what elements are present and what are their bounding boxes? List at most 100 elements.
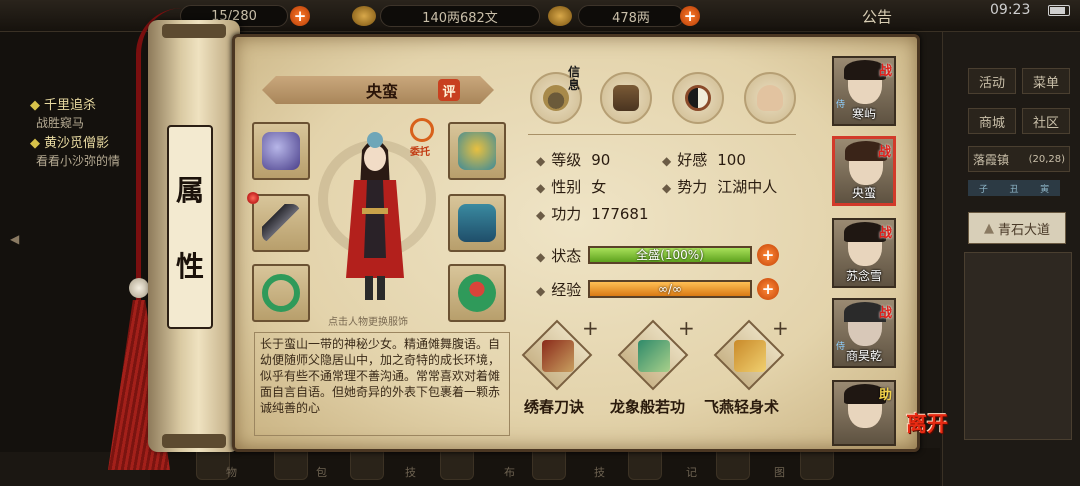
scroll-cap: [162, 24, 226, 38]
status-bar: 全盛(100%): [588, 246, 752, 264]
bottom-item-label: 记: [686, 466, 697, 479]
party-member-selected[interactable]: 战 央蛮: [832, 136, 896, 206]
tab-bagua[interactable]: [672, 72, 724, 124]
party-member[interactable]: 战 侍 商昊乾: [832, 298, 896, 368]
shop-button[interactable]: 商城: [968, 108, 1016, 134]
rate-button[interactable]: 评: [438, 79, 460, 101]
notification-dot: [247, 192, 259, 204]
road-name-button[interactable]: ▲ 青石大道: [968, 212, 1066, 244]
capacity-plus-button[interactable]: +: [290, 6, 310, 26]
diamond-bullet-icon: ◆: [662, 181, 672, 195]
collapse-left-arrow-icon[interactable]: ◀: [10, 232, 19, 246]
tab-meridians[interactable]: [744, 72, 796, 124]
equip-slot-helmet[interactable]: [252, 122, 310, 180]
divider: [528, 134, 796, 135]
book-manual-icon: [734, 340, 766, 372]
armor-icon: [458, 204, 496, 242]
quest-desc: 看看小沙弥的情: [36, 154, 121, 168]
quest-desc: 战胜窥马: [36, 116, 85, 130]
scroll-cap: [162, 434, 226, 448]
tab-info-label: 信息: [568, 65, 581, 92]
equip-slot-accessory[interactable]: [448, 264, 506, 322]
exp-bar: ∞/∞: [588, 280, 752, 298]
activity-button[interactable]: 活动: [968, 68, 1016, 94]
bag-icon: [613, 85, 639, 111]
quest-title[interactable]: ◆ 黄沙觅僧影: [30, 132, 109, 151]
attribute-tab-char: 属: [175, 174, 204, 207]
equip-slot-weapon[interactable]: [252, 194, 310, 252]
party-member[interactable]: 战 侍 寒屿: [832, 56, 896, 126]
exp-plus-button[interactable]: +: [757, 278, 779, 300]
time-zodiac-strip: 子丑寅: [968, 180, 1060, 196]
assist-role-badge: 助: [878, 388, 892, 403]
announcement-button[interactable]: 公告: [862, 6, 892, 27]
mountain-icon: ▲: [983, 220, 994, 236]
equip-slot-mask[interactable]: [448, 122, 506, 180]
stat-faction: ◆ 势力 江湖中人: [662, 178, 778, 196]
bottom-item-label: 包: [316, 466, 327, 479]
leave-button[interactable]: 离开: [906, 408, 948, 438]
entrust-label[interactable]: 委托: [410, 143, 430, 158]
character-figure[interactable]: [340, 128, 410, 308]
character-biography: 长于蛮山一带的神秘少女。精通傩舞腹语。自幼便随师父隐居山中，加之奇特的成长环境，…: [254, 332, 510, 436]
diamond-bullet-icon: ◆: [662, 154, 672, 168]
party-member[interactable]: 战 苏念雪: [832, 218, 896, 288]
attribute-tab-char: 性: [175, 250, 204, 283]
belt-shape: [362, 208, 388, 214]
status-plus-button[interactable]: +: [757, 244, 779, 266]
silver-amount: 140两682文: [380, 5, 540, 27]
party-member[interactable]: 助: [832, 380, 896, 446]
diamond-bullet-icon: ◆: [536, 181, 546, 195]
helmet-icon: [262, 132, 300, 170]
bottom-item-label: 物: [226, 466, 237, 479]
gold-ingot-icon: [548, 6, 572, 26]
left-leg-shape: [365, 276, 373, 300]
bottom-item-label: 技: [405, 466, 416, 479]
diamond-bullet-icon: ◆: [536, 208, 546, 222]
system-clock: 09:23: [990, 2, 1031, 18]
party-member-name: 苏念雪: [845, 269, 882, 283]
meridian-figure-icon: [757, 85, 783, 111]
mini-map[interactable]: [964, 252, 1072, 440]
community-button[interactable]: 社区: [1022, 108, 1070, 134]
stat-favor: ◆ 好感 100: [662, 151, 746, 169]
location-display: 落霞镇 (20,28): [968, 146, 1070, 172]
bagua-icon: [685, 85, 711, 111]
gold-plus-button[interactable]: +: [680, 6, 700, 26]
gold-amount: 478两: [578, 5, 684, 27]
status-label: ◆ 状态: [536, 247, 582, 265]
diamond-bullet-icon: ◆: [536, 154, 546, 168]
location-name: 落霞镇: [973, 152, 1010, 167]
right-leg-shape: [377, 276, 385, 300]
skill-add-icon[interactable]: +: [772, 316, 789, 340]
sword-icon: [262, 204, 300, 242]
mask-icon: [458, 132, 496, 170]
scroll-manual-icon: [638, 340, 670, 372]
attribute-tab[interactable]: 属 性: [167, 125, 213, 329]
stat-gender: ◆ 性别女: [536, 178, 607, 196]
equip-slot-armor[interactable]: [448, 194, 506, 252]
skill-name: 绣春刀诀: [524, 398, 585, 416]
battle-role-badge: 战: [878, 226, 892, 241]
quest-title[interactable]: ◆ 千里追杀: [30, 94, 96, 113]
tab-items[interactable]: [600, 72, 652, 124]
party-member-name: 央蛮: [851, 186, 876, 200]
menu-button[interactable]: 菜单: [1022, 68, 1070, 94]
stat-level: ◆ 等级 90: [536, 151, 611, 169]
headdress-shape: [367, 132, 383, 148]
party-member-name: 商昊乾: [845, 349, 882, 363]
skill-add-icon[interactable]: +: [678, 316, 695, 340]
jade-bead-icon: [129, 278, 149, 298]
skill-add-icon[interactable]: +: [582, 316, 599, 340]
status-bar-text: 全盛(100%): [636, 248, 704, 262]
equip-slot-ring[interactable]: [252, 264, 310, 322]
blade-manual-icon: [542, 340, 574, 372]
party-member-name: 寒屿: [851, 107, 876, 121]
bottom-item-label: 图: [774, 466, 785, 479]
skill-name: 龙象般若功: [610, 398, 686, 416]
change-outfit-hint: 点击人物更换服饰: [328, 317, 408, 328]
character-name: 央蛮: [365, 82, 398, 101]
diamond-bullet-icon: ◆: [536, 250, 546, 264]
entrust-swirl-icon[interactable]: [410, 118, 434, 142]
face-shape: [364, 145, 386, 171]
